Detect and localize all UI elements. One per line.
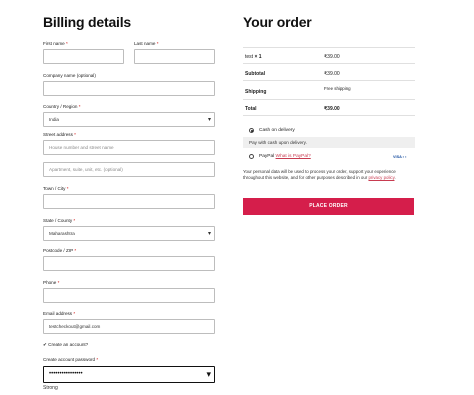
privacy-text: Your personal data will be used to proce…	[243, 169, 396, 180]
email-label: Email address	[43, 311, 73, 316]
password-strength: Strong	[43, 385, 58, 391]
company-input[interactable]	[43, 81, 215, 96]
last-name-label: Last name	[134, 41, 156, 46]
order-item-row: test × 1 ₹39.00	[243, 47, 415, 64]
privacy-policy-link[interactable]: privacy policy	[368, 175, 394, 180]
place-order-button[interactable]: PLACE ORDER	[243, 198, 414, 215]
chevron-down-icon: ▾	[207, 231, 211, 237]
create-account-label[interactable]: Create an account?	[48, 342, 88, 347]
create-account-checkbox[interactable]: ✔	[43, 342, 47, 347]
paypal-label[interactable]: PayPal	[259, 154, 274, 159]
email-input[interactable]: testcheckout@gmail.com	[43, 319, 215, 334]
phone-field: Phone *	[43, 280, 215, 303]
password-value: ••••••••••••••••	[49, 371, 83, 377]
subtotal-row: Subtotal ₹39.00	[243, 64, 415, 81]
item-price: ₹39.00	[324, 54, 340, 60]
cod-label[interactable]: Cash on delivery	[259, 128, 295, 133]
town-field: Town / City *	[43, 186, 215, 209]
company-field: Company name (optional)	[43, 73, 215, 96]
password-field: Create account password * ••••••••••••••…	[43, 357, 215, 391]
first-name-label: First name	[43, 41, 65, 46]
email-field: Email address * testcheckout@gmail.com	[43, 311, 215, 334]
total-label: Total	[245, 106, 257, 112]
street-label: Street address	[43, 132, 73, 137]
item-name: test	[245, 54, 254, 60]
postcode-field: Postcode / ZIP *	[43, 248, 215, 271]
what-is-paypal-link[interactable]: What is PayPal?	[276, 154, 311, 159]
create-account-field: ✔ Create an account?	[43, 342, 215, 348]
phone-label: Phone	[43, 280, 57, 285]
last-name-field: Last name *	[134, 41, 215, 64]
first-name-input[interactable]	[43, 49, 124, 64]
shipping-label: Shipping	[245, 89, 267, 95]
reveal-password-icon[interactable]: ▾	[206, 367, 211, 382]
shipping-row: Shipping Free shipping	[243, 81, 415, 100]
state-label: State / County	[43, 218, 73, 223]
country-value: India	[49, 117, 59, 122]
phone-input[interactable]	[43, 288, 215, 303]
order-section: Your order test × 1 ₹39.00 Subtotal ₹39.…	[243, 14, 415, 215]
postcode-label: Postcode / ZIP	[43, 248, 74, 253]
last-name-input[interactable]	[134, 49, 215, 64]
state-field: State / County * Maharashtra ▾	[43, 218, 215, 241]
street-field: Street address * House number and street…	[43, 132, 215, 177]
cod-radio[interactable]	[249, 128, 254, 133]
chevron-down-icon: ▾	[207, 117, 211, 123]
first-name-field: First name *	[43, 41, 124, 64]
card-logos-icon: VISA ▪ ▪	[393, 155, 407, 159]
country-field: Country / Region * India ▾	[43, 104, 215, 127]
country-label: Country / Region	[43, 104, 78, 109]
town-input[interactable]	[43, 194, 215, 209]
password-input[interactable]: •••••••••••••••• ▾	[43, 366, 215, 383]
street-address-input[interactable]: House number and street name	[43, 140, 215, 155]
paypal-radio[interactable]	[249, 154, 254, 159]
billing-title: Billing details	[43, 14, 132, 30]
company-label: Company name (optional)	[43, 73, 96, 78]
order-title: Your order	[243, 14, 312, 30]
state-value: Maharashtra	[49, 231, 75, 236]
state-select[interactable]: Maharashtra ▾	[43, 226, 215, 241]
total-row: Total ₹39.00	[243, 100, 415, 116]
town-label: Town / City	[43, 186, 66, 191]
country-select[interactable]: India ▾	[43, 112, 215, 127]
subtotal-label: Subtotal	[245, 71, 265, 77]
street-address-2-input[interactable]: Apartment, suite, unit, etc. (optional)	[43, 162, 215, 177]
total-value: ₹39.00	[324, 106, 340, 112]
subtotal-value: ₹39.00	[324, 71, 340, 77]
shipping-value: Free shipping	[324, 86, 351, 91]
billing-section: Billing details First name * Last name *…	[43, 14, 215, 391]
password-label: Create account password	[43, 357, 96, 362]
cod-description: Pay with cash upon delivery.	[243, 137, 415, 148]
postcode-input[interactable]	[43, 256, 215, 271]
item-qty: × 1	[254, 54, 262, 60]
